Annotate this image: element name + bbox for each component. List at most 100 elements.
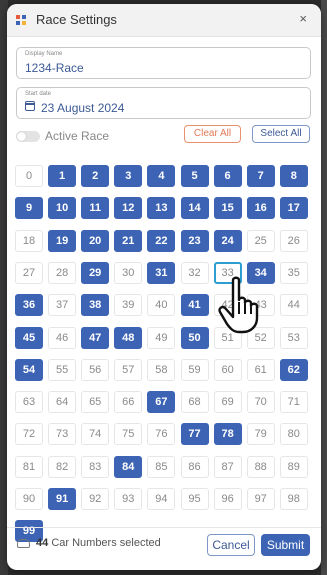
car-number-31[interactable]: 31 (147, 261, 176, 284)
car-number-38[interactable]: 38 (81, 294, 110, 317)
car-number-7[interactable]: 7 (246, 165, 275, 187)
car-number-4[interactable]: 4 (147, 165, 176, 187)
car-number-22[interactable]: 22 (147, 229, 176, 252)
car-number-14[interactable]: 14 (180, 197, 209, 220)
car-number-13[interactable]: 13 (147, 197, 176, 220)
car-number-72[interactable]: 72 (15, 423, 43, 446)
car-number-80[interactable]: 80 (279, 423, 308, 446)
car-number-54[interactable]: 54 (15, 358, 43, 381)
car-number-67[interactable]: 67 (147, 391, 176, 414)
car-number-74[interactable]: 74 (81, 423, 110, 446)
car-number-26[interactable]: 26 (279, 229, 308, 252)
car-number-82[interactable]: 82 (48, 455, 77, 478)
car-number-79[interactable]: 79 (246, 423, 275, 446)
car-number-70[interactable]: 70 (246, 391, 275, 414)
car-number-17[interactable]: 17 (279, 197, 308, 220)
car-number-50[interactable]: 50 (180, 326, 209, 349)
car-number-47[interactable]: 47 (81, 326, 110, 349)
car-number-28[interactable]: 28 (48, 261, 77, 284)
car-number-19[interactable]: 19 (48, 229, 77, 252)
car-number-83[interactable]: 83 (81, 455, 110, 478)
car-number-85[interactable]: 85 (147, 455, 176, 478)
car-number-3[interactable]: 3 (114, 165, 143, 187)
car-number-61[interactable]: 61 (246, 358, 275, 381)
car-number-88[interactable]: 88 (246, 455, 275, 478)
car-number-91[interactable]: 91 (48, 488, 77, 510)
car-number-76[interactable]: 76 (147, 423, 176, 446)
car-number-46[interactable]: 46 (48, 326, 77, 349)
car-number-59[interactable]: 59 (180, 358, 209, 381)
car-number-23[interactable]: 23 (180, 229, 209, 252)
car-number-81[interactable]: 81 (15, 455, 43, 478)
car-number-2[interactable]: 2 (81, 165, 110, 187)
cancel-button[interactable]: Cancel (207, 534, 255, 556)
car-number-92[interactable]: 92 (81, 488, 110, 510)
car-number-12[interactable]: 12 (114, 197, 143, 220)
car-number-58[interactable]: 58 (147, 358, 176, 381)
car-number-66[interactable]: 66 (114, 391, 143, 414)
car-number-93[interactable]: 93 (114, 488, 143, 510)
car-number-27[interactable]: 27 (15, 261, 43, 284)
display-name-field[interactable]: Display Name 1234-Race (16, 47, 311, 79)
car-number-35[interactable]: 35 (279, 261, 308, 284)
car-number-6[interactable]: 6 (213, 165, 242, 187)
car-number-24[interactable]: 24 (213, 229, 242, 252)
car-number-60[interactable]: 60 (213, 358, 242, 381)
car-number-9[interactable]: 9 (15, 197, 43, 220)
car-number-39[interactable]: 39 (114, 294, 143, 317)
select-all-button[interactable]: Select All (252, 125, 310, 143)
car-number-41[interactable]: 41 (180, 294, 209, 317)
car-number-78[interactable]: 78 (213, 423, 242, 446)
car-number-77[interactable]: 77 (180, 423, 209, 446)
car-number-1[interactable]: 1 (48, 165, 77, 187)
close-icon[interactable]: × (299, 11, 307, 26)
car-number-90[interactable]: 90 (15, 488, 43, 510)
car-number-36[interactable]: 36 (15, 294, 43, 317)
car-number-87[interactable]: 87 (213, 455, 242, 478)
car-number-56[interactable]: 56 (81, 358, 110, 381)
car-number-20[interactable]: 20 (81, 229, 110, 252)
car-number-95[interactable]: 95 (180, 488, 209, 510)
car-number-18[interactable]: 18 (15, 229, 43, 252)
active-race-toggle[interactable] (16, 131, 40, 142)
car-number-45[interactable]: 45 (15, 326, 43, 349)
car-number-98[interactable]: 98 (279, 488, 308, 510)
car-number-44[interactable]: 44 (279, 294, 308, 317)
car-number-49[interactable]: 49 (147, 326, 176, 349)
car-number-69[interactable]: 69 (213, 391, 242, 414)
car-number-15[interactable]: 15 (213, 197, 242, 220)
car-number-5[interactable]: 5 (180, 165, 209, 187)
car-number-68[interactable]: 68 (180, 391, 209, 414)
car-number-84[interactable]: 84 (114, 455, 143, 478)
car-number-65[interactable]: 65 (81, 391, 110, 414)
car-number-97[interactable]: 97 (246, 488, 275, 510)
car-number-25[interactable]: 25 (246, 229, 275, 252)
car-number-37[interactable]: 37 (48, 294, 77, 317)
car-number-86[interactable]: 86 (180, 455, 209, 478)
car-number-16[interactable]: 16 (246, 197, 275, 220)
car-number-57[interactable]: 57 (114, 358, 143, 381)
car-number-63[interactable]: 63 (15, 391, 43, 414)
car-number-94[interactable]: 94 (147, 488, 176, 510)
car-number-32[interactable]: 32 (180, 261, 209, 284)
car-number-73[interactable]: 73 (48, 423, 77, 446)
car-number-8[interactable]: 8 (279, 165, 308, 187)
clear-all-button[interactable]: Clear All (184, 125, 241, 143)
car-number-30[interactable]: 30 (114, 261, 143, 284)
car-number-29[interactable]: 29 (81, 261, 110, 284)
car-number-48[interactable]: 48 (114, 326, 143, 349)
car-number-62[interactable]: 62 (279, 358, 308, 381)
car-number-21[interactable]: 21 (114, 229, 143, 252)
car-number-55[interactable]: 55 (48, 358, 77, 381)
car-number-96[interactable]: 96 (213, 488, 242, 510)
submit-button[interactable]: Submit (261, 534, 310, 556)
car-number-10[interactable]: 10 (48, 197, 77, 220)
car-number-11[interactable]: 11 (81, 197, 110, 220)
start-date-field[interactable]: Start date 23 August 2024 (16, 87, 311, 119)
car-number-89[interactable]: 89 (279, 455, 308, 478)
car-number-53[interactable]: 53 (279, 326, 308, 349)
car-number-64[interactable]: 64 (48, 391, 77, 414)
car-number-40[interactable]: 40 (147, 294, 176, 317)
car-number-71[interactable]: 71 (279, 391, 308, 414)
car-number-75[interactable]: 75 (114, 423, 143, 446)
